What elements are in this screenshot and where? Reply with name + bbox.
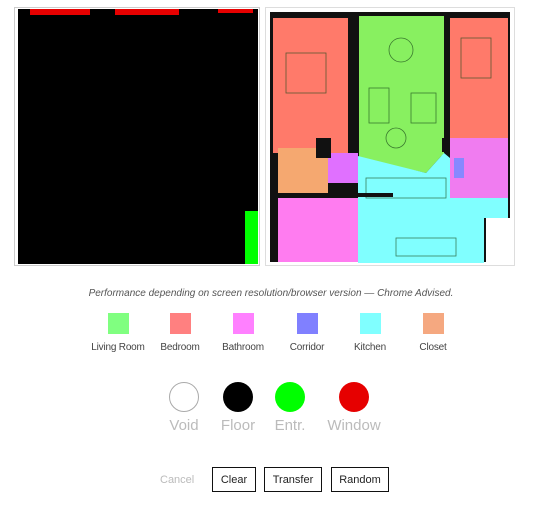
window-mark bbox=[115, 9, 179, 15]
bedroom-swatch bbox=[169, 313, 191, 334]
window-mark bbox=[218, 9, 253, 13]
entrance-mark bbox=[245, 211, 258, 264]
kitchen-swatch bbox=[359, 313, 381, 334]
floor-circle-icon bbox=[223, 382, 253, 412]
living-room-swatch bbox=[107, 313, 129, 334]
legend-bedroom: Bedroom bbox=[145, 313, 215, 353]
legend-corridor: Corridor bbox=[272, 313, 342, 353]
legend-label: Kitchen bbox=[354, 342, 386, 353]
tool-void[interactable]: Void bbox=[154, 382, 214, 434]
legend-label: Bedroom bbox=[160, 342, 200, 353]
legend-bathroom: Bathroom bbox=[208, 313, 278, 353]
tool-label: Entr. bbox=[274, 417, 306, 434]
clear-button[interactable]: Clear bbox=[212, 467, 256, 492]
legend-label: Living Room bbox=[91, 342, 145, 353]
bathroom-swatch bbox=[232, 313, 254, 334]
legend-label: Closet bbox=[419, 342, 447, 353]
corridor-swatch bbox=[296, 313, 318, 334]
tool-entrance[interactable]: Entr. bbox=[260, 382, 320, 434]
performance-note: Performance depending on screen resoluti… bbox=[88, 288, 454, 299]
closet-swatch bbox=[422, 313, 444, 334]
transfer-button[interactable]: Transfer bbox=[264, 467, 322, 492]
window-mark bbox=[30, 9, 90, 15]
tool-label: Floor bbox=[220, 417, 256, 434]
random-button[interactable]: Random bbox=[331, 467, 389, 492]
legend-label: Corridor bbox=[289, 342, 325, 353]
legend-closet: Closet bbox=[398, 313, 468, 353]
legend-label: Bathroom bbox=[222, 342, 264, 353]
generated-floorplan-frame bbox=[265, 7, 515, 266]
tool-label: Void bbox=[169, 417, 199, 434]
generated-floorplan bbox=[270, 12, 510, 263]
void-circle-icon bbox=[169, 382, 199, 412]
drawing-canvas[interactable] bbox=[18, 9, 258, 264]
tool-floor[interactable]: Floor bbox=[208, 382, 268, 434]
cancel-button[interactable]: Cancel bbox=[160, 474, 194, 486]
entrance-circle-icon bbox=[275, 382, 305, 412]
tool-label: Window bbox=[327, 417, 381, 434]
legend-kitchen: Kitchen bbox=[335, 313, 405, 353]
legend-living-room: Living Room bbox=[83, 313, 153, 353]
window-circle-icon bbox=[339, 382, 369, 412]
tool-window[interactable]: Window bbox=[324, 382, 384, 434]
